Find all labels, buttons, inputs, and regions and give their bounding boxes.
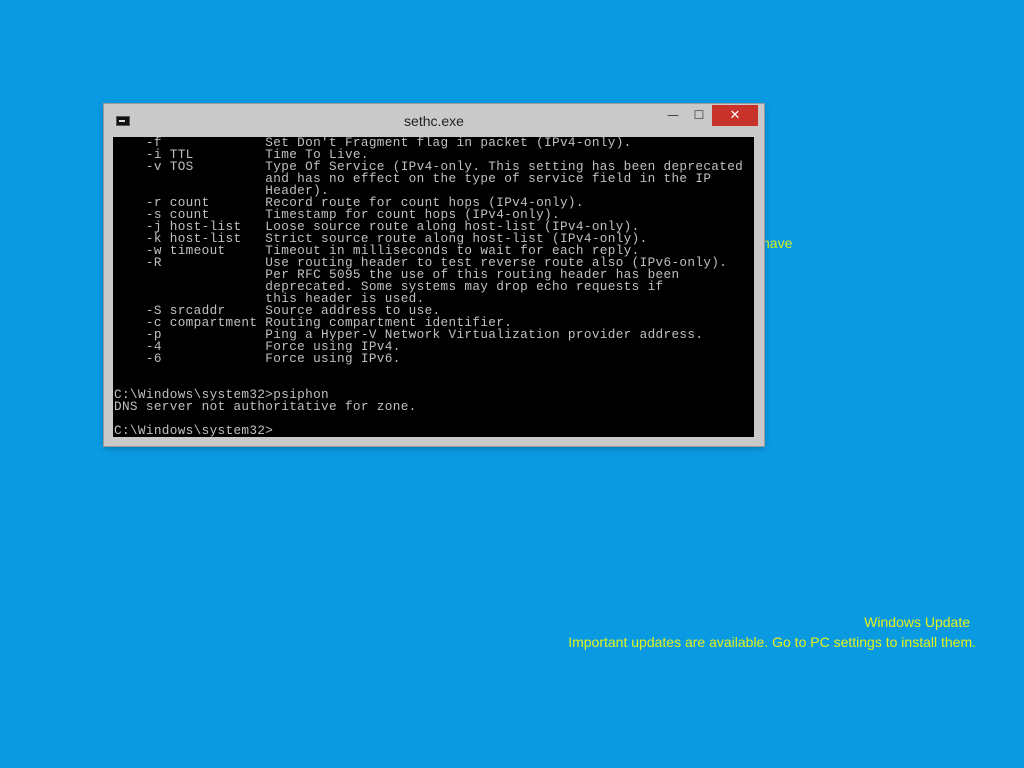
background-text-fragment: have [762,235,793,251]
console-output[interactable]: -f Set Don't Fragment flag in packet (IP… [113,137,754,437]
console-text: -f Set Don't Fragment flag in packet (IP… [113,137,754,437]
notification-title: Windows Update [864,614,970,630]
windows-update-notification[interactable]: Windows Update Important updates are ava… [556,612,976,652]
minimize-button[interactable]: — [660,105,686,126]
console-line: C:\Windows\system32> [114,423,274,437]
maximize-button[interactable]: ☐ [686,105,712,126]
close-button[interactable]: ✕ [712,105,758,126]
notification-body: Important updates are available. Go to P… [568,634,976,650]
title-bar[interactable]: sethc.exe — ☐ ✕ [104,104,764,137]
console-window[interactable]: sethc.exe — ☐ ✕ -f Set Don't Fragment fl… [104,104,764,446]
console-line: -6 Force using IPv6. [114,351,401,366]
console-line: DNS server not authoritative for zone. [114,399,417,414]
